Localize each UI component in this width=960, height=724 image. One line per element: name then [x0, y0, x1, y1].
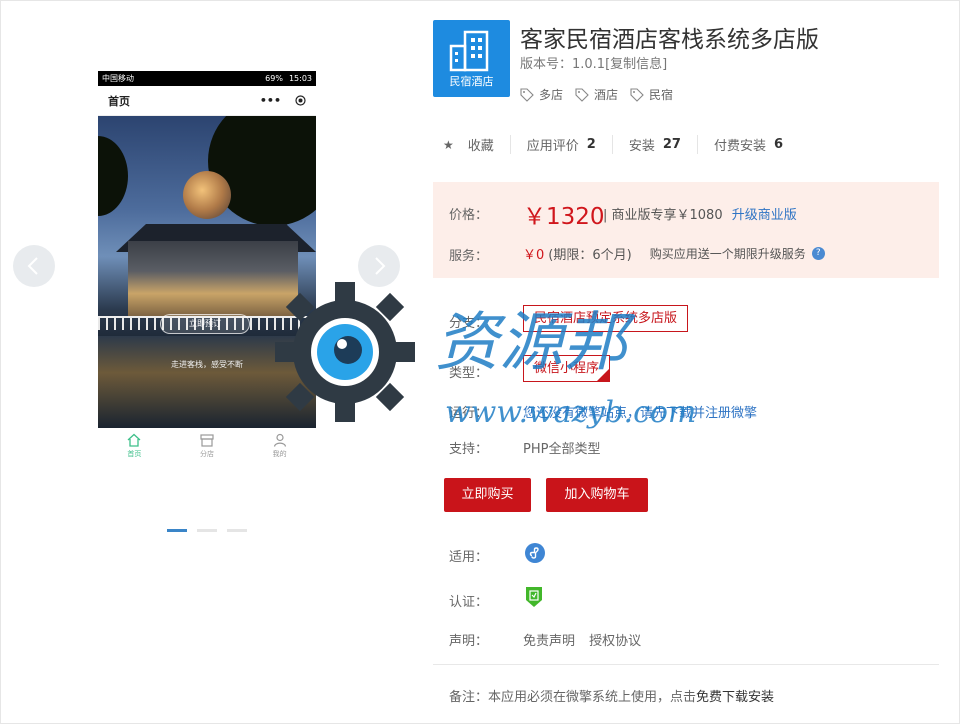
service-info: ￥0 (期限：6个月) 购买应用送一个期限升级服务 ? [523, 244, 825, 263]
free-download-link[interactable]: 免费下载安装 [696, 690, 774, 705]
phone-tagline: 走进客栈，感受不断 [171, 360, 243, 369]
carousel-dot[interactable] [227, 529, 247, 532]
certified-shield-icon [525, 586, 543, 612]
phone-preview: 中国移动 69% 15:03 首页 ••• 立即预订 走进客栈，感受不断 首页 … [98, 71, 316, 463]
install-note: 备注：本应用必须在微擎系统上使用，点击免费下载安装 [449, 686, 774, 705]
phone-book-now-button: 立即预订 [160, 314, 250, 334]
phone-tab-label: 我的 [272, 449, 287, 458]
tag-label: 多店 [539, 88, 564, 102]
star-icon: ★ [443, 137, 454, 152]
battery-label: 69% [265, 74, 283, 83]
upgrade-commercial-link[interactable]: 升级商业版 [732, 208, 797, 223]
app-logo: 民宿酒店 [433, 20, 510, 97]
buy-now-button[interactable]: 立即购买 [444, 478, 531, 512]
paid-install-stat: 付费安装 6 [696, 135, 799, 154]
review-label: 应用评价 [526, 139, 579, 154]
tag-item[interactable]: 酒店 [575, 86, 618, 103]
branch-label: 分支： [449, 316, 489, 331]
review-count: 2 [586, 137, 596, 152]
tag-label: 酒店 [594, 88, 619, 102]
chevron-left-icon [27, 257, 38, 275]
user-icon [273, 433, 286, 447]
tag-icon [575, 87, 589, 102]
help-icon[interactable]: ? [811, 247, 825, 260]
license-link[interactable]: 授权协议 [589, 634, 641, 649]
carousel-next-button[interactable] [358, 245, 400, 287]
apply-label: 适用： [449, 550, 489, 565]
type-option[interactable]: 微信小程序 ✓ [523, 355, 611, 382]
time-label: 15:03 [288, 74, 312, 83]
service-price: ￥0 [523, 248, 545, 263]
install-label: 安装 [628, 139, 655, 154]
app-stats: ★ 收藏 应用评价 2 安装 27 付费安装 6 [443, 135, 799, 154]
phone-status-bar: 中国移动 69% 15:03 [98, 71, 316, 86]
service-description: 购买应用送一个期限升级服务 [649, 247, 806, 261]
target-icon [295, 95, 306, 106]
sunset-orb [183, 171, 231, 219]
price-label: 价格： [449, 208, 489, 223]
app-tags: 多店 酒店 民宿 [520, 86, 673, 103]
type-label: 类型： [449, 366, 489, 381]
app-title: 客家民宿酒店客栈系统多店版 [520, 27, 819, 53]
commercial-price-text: | 商业版专享￥1080 [603, 208, 723, 223]
env-label: 运行： [449, 406, 489, 421]
tag-item[interactable]: 多店 [520, 86, 563, 103]
cert-label: 认证： [449, 595, 489, 610]
tag-icon [520, 87, 534, 102]
phone-tab-store: 分店 [200, 433, 214, 459]
phone-tab-bar: 首页 分店 我的 [98, 428, 316, 463]
favorite-button[interactable]: ★ 收藏 [443, 135, 510, 155]
phone-app-header: 首页 ••• [98, 86, 316, 116]
commercial-price: | 商业版专享￥1080 升级商业版 [603, 204, 797, 223]
disclaimer-link[interactable]: 免责声明 [523, 634, 575, 649]
favorite-label: 收藏 [467, 139, 494, 154]
review-stat[interactable]: 应用评价 2 [509, 135, 612, 154]
carousel-dot[interactable] [197, 529, 217, 532]
phone-tab-profile: 我的 [273, 433, 287, 459]
install-count: 27 [662, 137, 681, 152]
service-period: (期限：6个月) [548, 248, 632, 263]
legal-label: 声明： [449, 634, 489, 649]
buildings-icon [449, 30, 489, 72]
service-label: 服务： [449, 249, 489, 264]
phone-hero-image: 立即预订 走进客栈，感受不断 [98, 116, 316, 428]
carousel-prev-button[interactable] [13, 245, 55, 287]
app-logo-text: 民宿酒店 [449, 75, 494, 88]
phone-tab-label: 分店 [199, 449, 214, 458]
home-icon [127, 433, 141, 447]
check-icon: ✓ [601, 364, 609, 373]
store-icon [200, 433, 214, 447]
divider [433, 664, 939, 665]
paid-install-count: 6 [773, 137, 784, 152]
add-to-cart-button[interactable]: 加入购物车 [546, 478, 648, 512]
more-icon: ••• [259, 94, 281, 107]
price-box: 价格： ￥1320 | 商业版专享￥1080 升级商业版 服务： ￥0 (期限：… [433, 182, 939, 278]
carousel-dot[interactable] [167, 529, 187, 532]
note-text: 备注：本应用必须在微擎系统上使用，点击 [449, 690, 697, 705]
support-value: PHP全部类型 [523, 442, 601, 457]
carousel-pagination [167, 529, 247, 532]
carrier-label: 中国移动 [102, 74, 134, 83]
paid-install-label: 付费安装 [713, 139, 766, 154]
tag-icon [630, 87, 644, 102]
app-version[interactable]: 版本号：1.0.1[复制信息] [520, 53, 667, 72]
tag-label: 民宿 [649, 88, 674, 102]
phone-tab-label: 首页 [127, 449, 142, 458]
support-label: 支持： [449, 442, 489, 457]
register-weiqing-link[interactable]: 您还没有微擎站点，请先下载并注册微擎 [523, 402, 757, 421]
phone-page-title: 首页 [108, 94, 130, 108]
type-option-label: 微信小程序 [534, 361, 600, 376]
screenshot-carousel: 中国移动 69% 15:03 首页 ••• 立即预订 走进客栈，感受不断 首页 … [0, 0, 420, 724]
price-value: ￥1320 [523, 204, 605, 230]
legal-links: 免责声明 授权协议 [523, 630, 651, 649]
branch-option[interactable]: 民宿酒店预定系统多店版 [523, 305, 689, 332]
install-stat: 安装 27 [611, 135, 697, 154]
tag-item[interactable]: 民宿 [630, 86, 673, 103]
mini-program-icon [525, 543, 545, 567]
chevron-right-icon [375, 257, 386, 275]
phone-tab-home: 首页 [127, 433, 141, 459]
